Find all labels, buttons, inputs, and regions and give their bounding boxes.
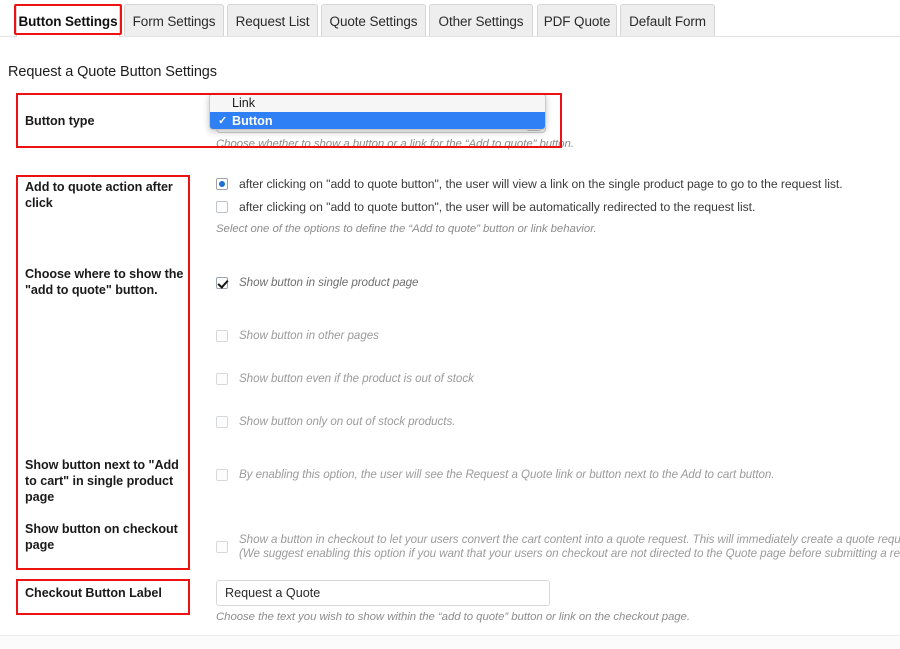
hint-button-type: Choose whether to show a button or a lin…: [216, 138, 574, 150]
radio-label-view-link: after clicking on "add to quote button",…: [239, 177, 843, 191]
checkbox-icon-single-product-page[interactable]: [216, 277, 228, 289]
tab-pdf-quote[interactable]: PDF Quote: [537, 4, 617, 37]
label-show-next-to-add-to-cart: Show button next to "Add to cart" in sin…: [25, 458, 179, 504]
dropdown-option-link[interactable]: Link: [210, 94, 545, 112]
checkbox-row-out-of-stock[interactable]: Show button even if the product is out o…: [216, 372, 474, 386]
radio-icon-view-link[interactable]: [216, 178, 228, 190]
page-bottom-area: [0, 636, 900, 649]
tab-quote-settings[interactable]: Quote Settings: [321, 4, 426, 37]
tab-label: Button Settings: [18, 13, 118, 29]
checkout-button-label-input[interactable]: [216, 580, 550, 606]
checkbox-row-single-product-page[interactable]: Show button in single product page: [216, 276, 418, 290]
tab-label: Quote Settings: [329, 13, 418, 29]
settings-page: Button Settings Form Settings Request Li…: [0, 0, 900, 649]
label-add-to-quote-action: Add to quote action after click: [25, 180, 173, 210]
hint-action-radios: Select one of the options to define the …: [216, 223, 597, 235]
checkbox-row-only-out-of-stock[interactable]: Show button only on out of stock product…: [216, 415, 455, 429]
page-title: Request a Quote Button Settings: [8, 64, 217, 80]
tab-label: Default Form: [629, 13, 706, 29]
tab-label: Form Settings: [132, 13, 216, 29]
checkbox-label-single-product-page: Show button in single product page: [239, 276, 419, 289]
checkbox-label-checkout-button-line1: Show a button in checkout to let your us…: [239, 533, 900, 546]
tab-request-list[interactable]: Request List: [227, 4, 318, 37]
checkbox-row-checkout-button[interactable]: Show a button in checkout to let your us…: [216, 533, 900, 561]
dropdown-option-label: Button: [232, 113, 273, 128]
checkbox-row-other-pages[interactable]: Show button in other pages: [216, 329, 379, 343]
tab-label: PDF Quote: [543, 13, 611, 29]
radio-row-view-link[interactable]: after clicking on "add to quote button",…: [216, 177, 843, 191]
check-icon: ✓: [218, 115, 228, 127]
hint-checkout-button-label: Choose the text you wish to show within …: [216, 611, 690, 623]
tab-bar-divider: [0, 36, 900, 37]
checkbox-icon-only-out-of-stock[interactable]: [216, 416, 228, 428]
checkbox-icon-next-to-add-to-cart[interactable]: [216, 469, 228, 481]
checkbox-label-only-out-of-stock: Show button only on out of stock product…: [239, 415, 456, 428]
label-choose-where-to-show: Choose where to show the "add to quote" …: [25, 267, 184, 297]
tab-other-settings[interactable]: Other Settings: [429, 4, 533, 37]
dropdown-option-label: Link: [232, 96, 256, 110]
radio-row-auto-redirect[interactable]: after clicking on "add to quote button",…: [216, 200, 755, 214]
tab-form-settings[interactable]: Form Settings: [124, 4, 224, 37]
checkbox-label-next-to-add-to-cart: By enabling this option, the user will s…: [239, 468, 775, 481]
tab-label: Request List: [235, 13, 310, 29]
checkbox-label-checkout-button-line2: (We suggest enabling this option if you …: [239, 547, 900, 560]
tab-bar: Button Settings Form Settings Request Li…: [0, 0, 900, 39]
radio-icon-auto-redirect[interactable]: [216, 201, 228, 213]
checkbox-icon-checkout-button[interactable]: [216, 541, 228, 553]
tab-label: Other Settings: [438, 13, 524, 29]
checkbox-icon-other-pages[interactable]: [216, 330, 228, 342]
radio-label-auto-redirect: after clicking on "add to quote button",…: [239, 200, 756, 214]
dropdown-option-button[interactable]: ✓ Button: [210, 112, 545, 129]
button-type-dropdown-menu[interactable]: Link ✓ Button: [209, 93, 546, 130]
annotation-box-left-labels: [16, 175, 190, 570]
checkbox-icon-out-of-stock[interactable]: [216, 373, 228, 385]
label-button-type: Button type: [25, 114, 95, 128]
checkbox-row-next-to-add-to-cart[interactable]: By enabling this option, the user will s…: [216, 468, 775, 482]
checkbox-label-other-pages: Show button in other pages: [239, 329, 379, 342]
checkbox-label-out-of-stock: Show button even if the product is out o…: [239, 372, 474, 385]
label-checkout-button-label: Checkout Button Label: [25, 586, 162, 600]
label-show-on-checkout-page: Show button on checkout page: [25, 522, 178, 552]
tab-default-form[interactable]: Default Form: [620, 4, 715, 37]
tab-button-settings[interactable]: Button Settings: [16, 4, 120, 39]
